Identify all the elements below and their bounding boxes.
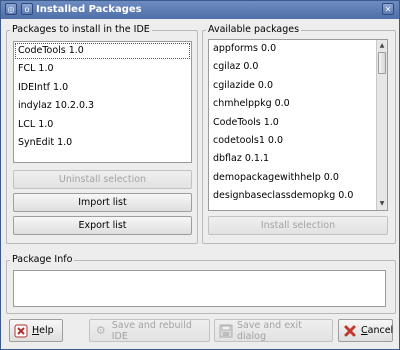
- cancel-button[interactable]: Cancel: [338, 319, 393, 342]
- window-icon: o: [21, 3, 33, 15]
- cancel-mnemonic: C: [361, 325, 368, 336]
- close-icon[interactable]: ✕: [382, 3, 394, 15]
- cancel-icon: [343, 324, 357, 338]
- help-icon: [14, 324, 28, 338]
- install-selection-button[interactable]: Install selection: [208, 216, 388, 235]
- scroll-up-icon[interactable]: ▲: [378, 42, 386, 50]
- list-item[interactable]: LCL 1.0: [14, 116, 191, 134]
- list-item[interactable]: CodeTools 1.0: [209, 114, 387, 132]
- save-exit-label: Save and exit dialog: [237, 319, 302, 342]
- install-packages-label: Packages to install in the IDE: [10, 24, 152, 35]
- package-info-text: [13, 270, 386, 307]
- available-packages-list[interactable]: appforms 0.0 cgilaz 0.0 cgilazide 0.0 ch…: [208, 39, 388, 211]
- package-info-label: Package Info: [10, 254, 75, 265]
- list-item[interactable]: designbaseclassdemopkg 0.0: [209, 187, 387, 205]
- list-item[interactable]: CodeTools 1.0: [14, 42, 191, 60]
- list-item[interactable]: indylaz 10.2.0.3: [14, 97, 191, 115]
- vertical-scrollbar[interactable]: ▲ ▼: [376, 40, 387, 210]
- scrollbar-thumb[interactable]: [378, 52, 386, 74]
- menu-icon[interactable]: ◎: [5, 3, 17, 15]
- list-item[interactable]: IDEIntf 1.0: [14, 79, 191, 97]
- list-item[interactable]: SynEdit 1.0: [14, 134, 191, 152]
- help-label: elp: [39, 325, 54, 336]
- help-mnemonic: H: [32, 325, 40, 336]
- list-item[interactable]: dbflaz 0.1.1: [209, 150, 387, 168]
- export-list-button[interactable]: Export list: [13, 216, 192, 235]
- list-item[interactable]: appforms 0.0: [209, 40, 387, 58]
- installed-packages-window: ◎ o Installed Packages ✕ Packages to ins…: [0, 0, 400, 350]
- available-packages-label: Available packages: [206, 24, 302, 35]
- list-item[interactable]: chmhelppkg 0.0: [209, 95, 387, 113]
- uninstall-selection-button[interactable]: Uninstall selection: [13, 170, 192, 189]
- window-title: Installed Packages: [36, 4, 142, 15]
- list-item[interactable]: FCL 1.0: [14, 60, 191, 78]
- save-and-exit-button[interactable]: Save and exit dialog: [214, 319, 333, 342]
- install-packages-list[interactable]: CodeTools 1.0 FCL 1.0 IDEIntf 1.0 indyla…: [13, 41, 192, 163]
- import-list-button[interactable]: Import list: [13, 193, 192, 212]
- cancel-label: ancel: [367, 325, 394, 336]
- save-icon: [219, 324, 233, 338]
- scroll-down-icon[interactable]: ▼: [378, 200, 386, 208]
- gear-icon: ⚙: [95, 323, 106, 337]
- list-item[interactable]: cgilazide 0.0: [209, 77, 387, 95]
- save-and-rebuild-button[interactable]: ⚙ Save and rebuild IDE: [89, 319, 210, 342]
- list-item[interactable]: cgilaz 0.0: [209, 58, 387, 76]
- list-item[interactable]: demopackagewithhelp 0.0: [209, 169, 387, 187]
- list-item[interactable]: codetools1 0.0: [209, 132, 387, 150]
- save-rebuild-label: Save and rebuild IDE: [111, 319, 192, 342]
- title-bar: ◎ o Installed Packages ✕: [1, 1, 399, 19]
- help-button[interactable]: Help: [9, 319, 63, 342]
